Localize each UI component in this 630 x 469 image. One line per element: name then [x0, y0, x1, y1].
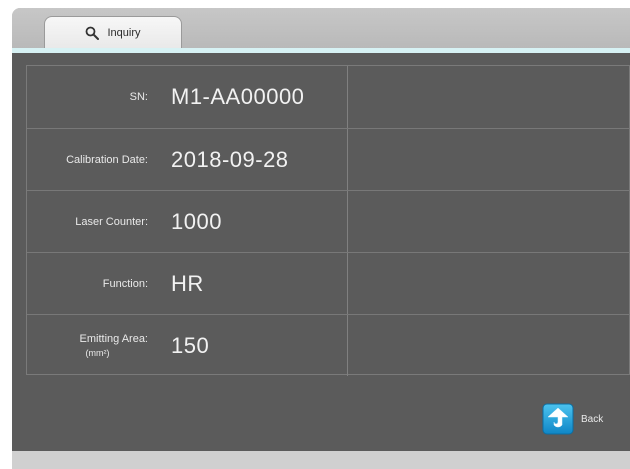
calibration-date-value: 2018-09-28	[171, 146, 289, 172]
laser-counter-value: 1000	[171, 208, 222, 234]
info-row-laser-counter: Laser Counter: 1000	[27, 190, 630, 252]
info-row-emitting-area: Emitting Area: (mm²) 150	[27, 314, 630, 376]
search-icon	[85, 26, 100, 40]
inquiry-panel: SN: M1-AA00000 Calibration Date: 2018-09…	[12, 53, 630, 451]
emitting-area-value: 150	[171, 332, 210, 358]
back-button[interactable]: Back	[542, 399, 603, 439]
back-arrow-icon	[542, 403, 574, 435]
sn-label: SN:	[129, 90, 148, 103]
info-row-sn: SN: M1-AA00000	[27, 66, 630, 128]
tab-inquiry-label: Inquiry	[107, 26, 141, 39]
info-row-calibration-date: Calibration Date: 2018-09-28	[27, 128, 630, 190]
info-row-function: Function: HR	[27, 252, 630, 314]
calibration-date-label: Calibration Date:	[66, 153, 148, 166]
tab-bar: Inquiry	[12, 8, 630, 48]
laser-counter-label: Laser Counter:	[75, 215, 148, 228]
emitting-area-unit: (mm²)	[85, 347, 110, 358]
emitting-area-label: Emitting Area: (mm²)	[27, 315, 152, 376]
sn-value: M1-AA00000	[171, 83, 305, 109]
function-value: HR	[171, 270, 204, 296]
function-label: Function:	[102, 277, 148, 290]
device-info-table: SN: M1-AA00000 Calibration Date: 2018-09…	[26, 65, 630, 376]
back-label: Back	[581, 413, 604, 425]
tab-inquiry[interactable]: Inquiry	[44, 16, 182, 48]
footer-bar	[12, 451, 630, 469]
device-screen: Inquiry SN: M1-AA00000 Calibration Date:…	[12, 8, 630, 469]
